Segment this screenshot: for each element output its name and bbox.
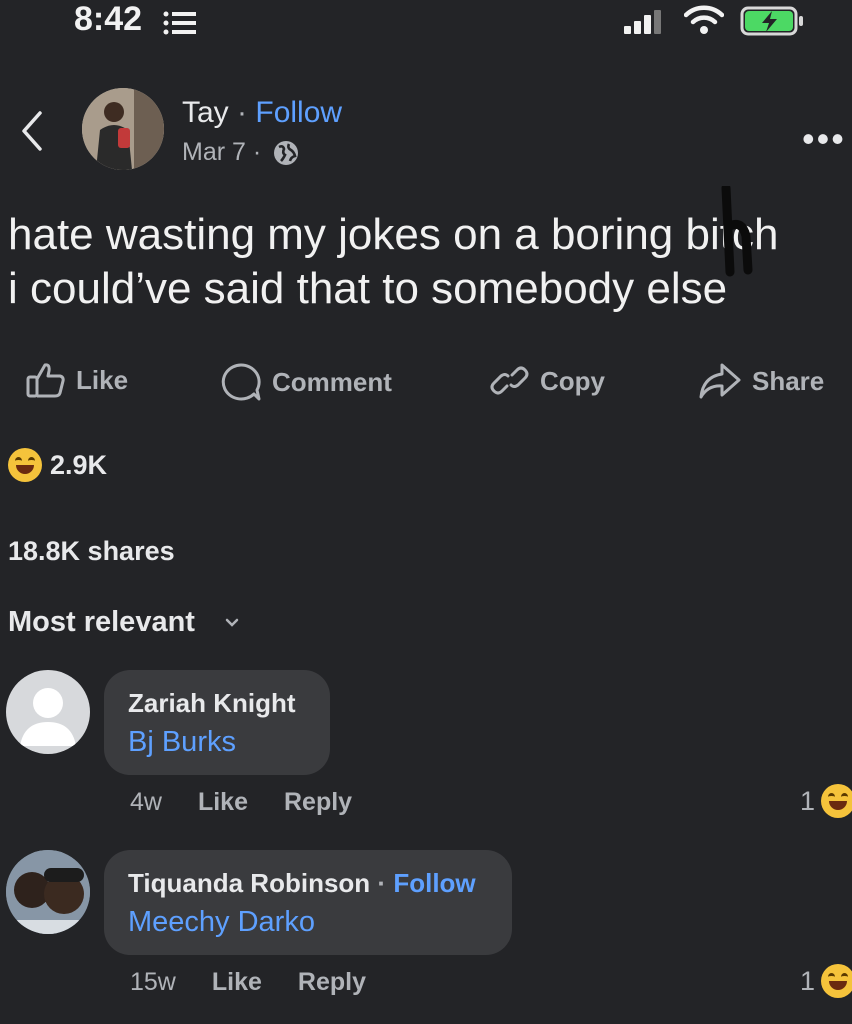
date-separator: ·: [252, 138, 262, 166]
status-time: 8:42: [74, 0, 143, 38]
post-date-text: Mar 7: [182, 138, 246, 166]
copy-button[interactable]: Copy: [490, 362, 605, 400]
author-photo: [82, 88, 164, 170]
more-options-icon[interactable]: •••: [802, 118, 846, 160]
laughing-emoji-icon: [821, 784, 852, 818]
comment-like-button[interactable]: Like: [212, 968, 262, 997]
copy-label: Copy: [540, 365, 605, 396]
commenter-name-line: Tiquanda Robinson · Follow: [128, 868, 476, 899]
comment-reaction-count: 1: [800, 965, 816, 996]
globe-icon: [274, 141, 298, 165]
link-icon: [490, 366, 529, 395]
commenter-name[interactable]: Zariah Knight: [128, 688, 296, 719]
author-line: Tay · Follow: [182, 96, 342, 130]
list-icon: [163, 11, 196, 35]
laughing-emoji-icon: [821, 964, 852, 998]
chevron-down-icon[interactable]: [224, 618, 240, 628]
separator: ·: [237, 96, 248, 129]
author-avatar[interactable]: [82, 88, 164, 170]
like-button[interactable]: Like: [26, 362, 128, 398]
back-icon[interactable]: [20, 110, 44, 152]
comment-meta: 15w Like Reply: [130, 968, 366, 997]
comment-bubble: Zariah Knight Bj Burks: [104, 670, 330, 775]
comment-like-button[interactable]: Like: [198, 788, 248, 817]
signal-icon: [624, 10, 661, 34]
commenter-avatar[interactable]: [6, 670, 90, 754]
battery-icon: [740, 6, 803, 36]
commenter-follow-button[interactable]: Follow: [393, 868, 475, 898]
reactions-summary[interactable]: 2.9K: [8, 448, 107, 482]
sort-dropdown[interactable]: Most relevant: [8, 606, 195, 639]
comment-reply-button[interactable]: Reply: [284, 788, 352, 817]
share-icon: [699, 363, 741, 399]
comment-text[interactable]: Meechy Darko: [128, 906, 315, 939]
laughing-emoji-icon: [8, 448, 42, 482]
commenter-name[interactable]: Tiquanda Robinson: [128, 868, 370, 898]
comment-meta: 4w Like Reply: [130, 788, 352, 817]
comment-icon: [221, 363, 261, 401]
comment-age: 4w: [130, 788, 162, 816]
post-date: Mar 7 ·: [182, 138, 261, 167]
commenter-avatar[interactable]: [6, 850, 90, 934]
like-label: Like: [76, 364, 129, 395]
reaction-count: 2.9K: [50, 449, 108, 480]
comment-bubble: Tiquanda Robinson · Follow Meechy Darko: [104, 850, 512, 955]
comment-reactions[interactable]: 1: [800, 964, 852, 998]
comment-button[interactable]: Comment: [220, 362, 392, 402]
share-button[interactable]: Share: [698, 362, 824, 400]
author-name[interactable]: Tay: [182, 96, 229, 129]
comment-reaction-count: 1: [800, 785, 816, 816]
redaction-mark: [721, 186, 753, 277]
comment-age: 15w: [130, 968, 176, 996]
comment-reply-button[interactable]: Reply: [298, 968, 366, 997]
shares-count[interactable]: 18.8K shares: [8, 536, 175, 567]
default-avatar-icon: [20, 688, 76, 746]
wifi-icon: [684, 5, 724, 34]
separator: ·: [377, 868, 387, 898]
follow-button[interactable]: Follow: [255, 96, 342, 129]
share-label: Share: [752, 365, 825, 396]
comment-reactions[interactable]: 1: [800, 784, 852, 818]
comment-text[interactable]: Bj Burks: [128, 726, 236, 759]
comment-label: Comment: [272, 366, 392, 397]
thumbs-up-icon: [26, 363, 65, 398]
commenter-photo: [6, 850, 90, 934]
